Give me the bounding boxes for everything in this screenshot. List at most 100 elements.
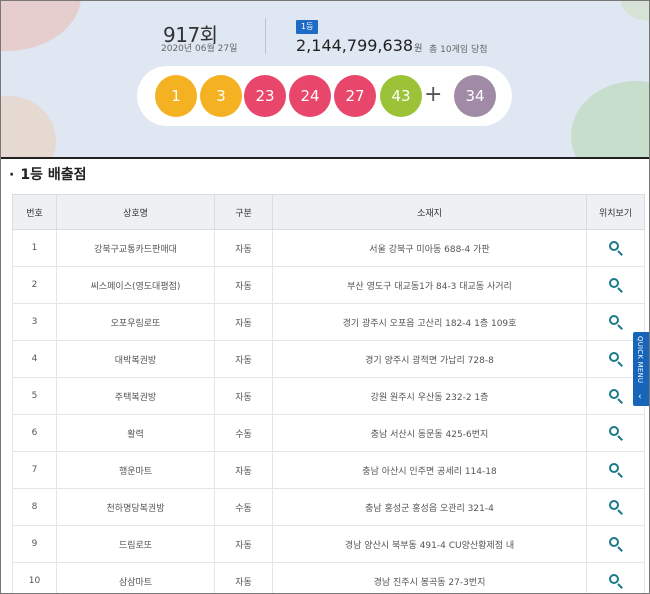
cell-no: 4 <box>12 340 57 378</box>
cell-type: 자동 <box>214 340 273 378</box>
quick-menu-tab[interactable]: QUICK MENU ‹ <box>633 332 649 406</box>
cell-type: 자동 <box>214 525 273 563</box>
cell-location <box>586 451 645 489</box>
header-type: 구분 <box>214 194 273 230</box>
cell-location <box>586 414 645 452</box>
divider <box>265 18 266 54</box>
table-row: 7 행운마트 자동 충남 아산시 인주면 공세리 114-18 <box>12 451 645 489</box>
cell-address: 경남 진주시 봉곡동 27-3번지 <box>272 562 587 593</box>
cell-location <box>586 266 645 304</box>
table-header-row: 번호 상호명 구분 소재지 위치보기 <box>12 194 645 230</box>
cell-store-name: 행운마트 <box>56 451 215 489</box>
table-row: 10 삼삼마트 자동 경남 진주시 봉곡동 27-3번지 <box>12 562 645 593</box>
section-title-text: 1등 배출점 <box>20 167 87 183</box>
bonus-ball: 34 <box>454 75 496 117</box>
search-icon[interactable] <box>608 463 623 478</box>
cell-no: 8 <box>12 488 57 526</box>
prize-unit: 원 <box>414 44 423 54</box>
cell-location <box>586 562 645 593</box>
draw-result-banner: 917회 2020년 06월 27일 1등 2,144,799,638원 총 1… <box>1 1 649 157</box>
prize-amount: 2,144,799,638원 <box>296 36 422 55</box>
cell-address: 경남 양산시 북부동 491-4 CU양산황제점 내 <box>272 525 587 563</box>
cell-address: 서울 강북구 미아동 688-4 가판 <box>272 229 587 267</box>
header-location: 위치보기 <box>586 194 645 230</box>
header-no: 번호 <box>12 194 57 230</box>
winning-ball: 1 <box>155 75 197 117</box>
bullet: · <box>9 167 15 183</box>
cell-address: 부산 영도구 대교동1가 84-3 대교동 사거리 <box>272 266 587 304</box>
cell-store-name: 드림로또 <box>56 525 215 563</box>
cell-no: 6 <box>12 414 57 452</box>
cell-store-name: 삼삼마트 <box>56 562 215 593</box>
chevron-left-icon: ‹ <box>638 392 642 402</box>
table-row: 2 씨스페이스(영도대평점) 자동 부산 영도구 대교동1가 84-3 대교동 사거리 <box>12 266 645 304</box>
cell-store-name: 주택복권방 <box>56 377 215 415</box>
cell-address: 강원 원주시 우산동 232-2 1층 <box>272 377 587 415</box>
table-row: 9 드림로또 자동 경남 양산시 북부동 491-4 CU양산황제점 내 <box>12 525 645 563</box>
search-icon[interactable] <box>608 241 623 256</box>
cell-location <box>586 488 645 526</box>
search-icon[interactable] <box>608 537 623 552</box>
cell-type: 자동 <box>214 562 273 593</box>
search-icon[interactable] <box>608 352 623 367</box>
quick-menu-label: QUICK MENU <box>636 336 644 384</box>
search-icon[interactable] <box>608 574 623 589</box>
cell-location <box>586 525 645 563</box>
winning-ball: 43 <box>380 75 422 117</box>
cell-type: 자동 <box>214 377 273 415</box>
cell-type: 수동 <box>214 488 273 526</box>
cell-no: 2 <box>12 266 57 304</box>
search-icon[interactable] <box>608 426 623 441</box>
table-row: 8 천하명당복권방 수동 충남 홍성군 홍성읍 오관리 321-4 <box>12 488 645 526</box>
cell-store-name: 씨스페이스(영도대평점) <box>56 266 215 304</box>
cell-address: 충남 홍성군 홍성읍 오관리 321-4 <box>272 488 587 526</box>
decor-blob <box>1 1 81 51</box>
plus-sign: + <box>424 82 443 107</box>
cell-address: 충남 아산시 인주면 공세리 114-18 <box>272 451 587 489</box>
search-icon[interactable] <box>608 500 623 515</box>
header-address: 소재지 <box>272 194 587 230</box>
cell-no: 7 <box>12 451 57 489</box>
decor-blob <box>1 96 56 157</box>
cell-no: 3 <box>12 303 57 341</box>
winning-ball: 23 <box>244 75 286 117</box>
cell-no: 1 <box>12 229 57 267</box>
decor-blob <box>571 81 649 157</box>
decor-blob <box>621 1 649 21</box>
cell-address: 경기 양주시 광적면 가납리 728-8 <box>272 340 587 378</box>
table-row: 4 대박복권방 자동 경기 양주시 광적면 가납리 728-8 <box>12 340 645 378</box>
header-store-name: 상호명 <box>56 194 215 230</box>
draw-date: 2020년 06월 27일 <box>161 44 238 54</box>
table-row: 1 강북구교통카드판매대 자동 서울 강북구 미아동 688-4 가판 <box>12 229 645 267</box>
winning-ball: 24 <box>289 75 331 117</box>
cell-no: 9 <box>12 525 57 563</box>
cell-type: 자동 <box>214 229 273 267</box>
page-frame: 917회 2020년 06월 27일 1등 2,144,799,638원 총 1… <box>0 0 650 594</box>
cell-no: 10 <box>12 562 57 593</box>
cell-no: 5 <box>12 377 57 415</box>
prize-value: 2,144,799,638 <box>296 36 414 55</box>
cell-store-name: 대박복권방 <box>56 340 215 378</box>
table-row: 5 주택복권방 자동 강원 원주시 우산동 232-2 1층 <box>12 377 645 415</box>
cell-address: 충남 서산시 동문동 425-6번지 <box>272 414 587 452</box>
search-icon[interactable] <box>608 389 623 404</box>
section-title: · 1등 배출점 <box>9 164 86 184</box>
cell-address: 경기 광주시 오포읍 고산리 182-4 1층 109호 <box>272 303 587 341</box>
winning-numbers-panel: 1 3 23 24 27 43 + 34 <box>137 66 512 126</box>
table-row: 6 활력 수동 충남 서산시 동문동 425-6번지 <box>12 414 645 452</box>
search-icon[interactable] <box>608 278 623 293</box>
cell-type: 자동 <box>214 266 273 304</box>
cell-store-name: 오포우림로또 <box>56 303 215 341</box>
section-divider <box>1 157 649 159</box>
winner-summary: 총 10게임 당첨 <box>429 45 488 55</box>
cell-store-name: 강북구교통카드판매대 <box>56 229 215 267</box>
cell-type: 수동 <box>214 414 273 452</box>
cell-type: 자동 <box>214 451 273 489</box>
first-prize-stores-table: 번호 상호명 구분 소재지 위치보기 1 강북구교통카드판매대 자동 서울 강북구 미… <box>12 194 645 593</box>
table-row: 3 오포우림로또 자동 경기 광주시 오포읍 고산리 182-4 1층 109호 <box>12 303 645 341</box>
rank-badge: 1등 <box>296 20 319 34</box>
winning-ball: 3 <box>200 75 242 117</box>
cell-store-name: 활력 <box>56 414 215 452</box>
search-icon[interactable] <box>608 315 623 330</box>
winning-ball: 27 <box>334 75 376 117</box>
